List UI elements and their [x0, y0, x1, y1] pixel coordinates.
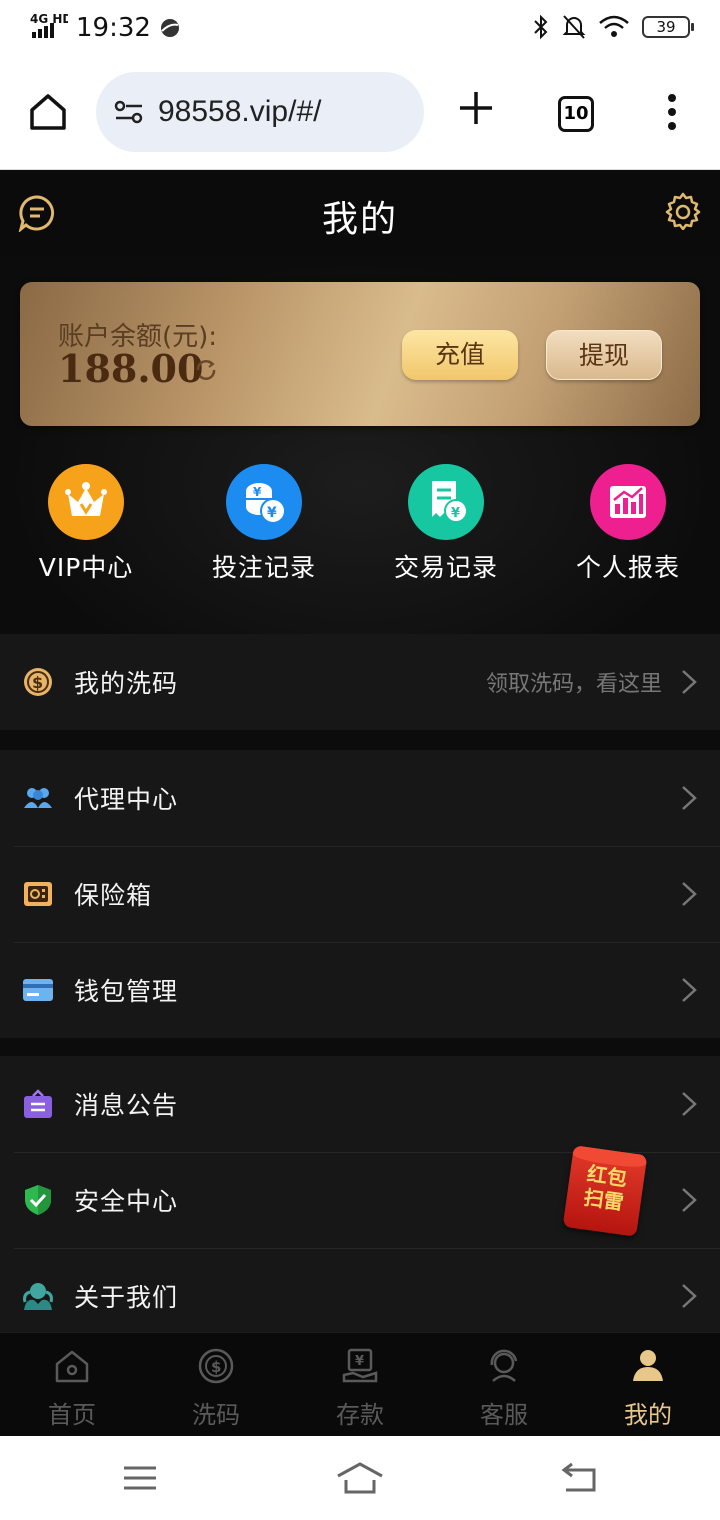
nav-customer-service[interactable]: 客服 [432, 1347, 576, 1430]
nav-label: 存款 [336, 1401, 384, 1429]
menu-item-label: 保险箱 [74, 881, 153, 910]
quick-link-report[interactable]: 个人报表 [543, 464, 713, 584]
chevron-right-icon [682, 786, 697, 810]
dollar-circle-icon: $ [198, 1348, 234, 1384]
new-tab-icon[interactable] [456, 88, 496, 128]
chart-icon [590, 464, 666, 540]
svg-text:¥: ¥ [451, 506, 460, 521]
menu-item-label: 我的洗码 [74, 669, 179, 698]
quick-link-bet-records[interactable]: ¥ ¥ 投注记录 [179, 464, 349, 584]
quick-link-label: VIP中心 [38, 553, 134, 582]
menu-item-hint: 领取洗码，看这里 [485, 672, 662, 697]
coin-dollar-icon: $ [24, 668, 52, 696]
account-summary: 账户余额(元): 188.00 充值 提现 VIP中心 ¥ ¥ 投注记录 ¥ 交… [0, 256, 720, 634]
menu-item-agent-center[interactable]: 代理中心 [0, 750, 720, 846]
app-header: 我的 [0, 170, 720, 256]
quick-link-label: 投注记录 [211, 553, 316, 582]
users-icon [24, 788, 52, 808]
shield-check-icon [25, 1185, 51, 1215]
home-icon[interactable] [336, 1460, 384, 1496]
svg-text:4G HD: 4G HD [30, 12, 68, 26]
nav-label: 我的 [624, 1401, 672, 1429]
recent-apps-icon[interactable] [116, 1460, 164, 1496]
page-title: 我的 [321, 199, 398, 240]
nav-mine[interactable]: 我的 [576, 1347, 720, 1430]
bell-off-icon [562, 15, 586, 39]
quick-link-label: 交易记录 [393, 553, 498, 582]
quick-link-label: 个人报表 [575, 553, 680, 582]
nav-label: 洗码 [192, 1401, 240, 1429]
app-screen: 我的 账户余额(元): 188.00 充值 提现 VIP中心 ¥¥ 投注记录 [0, 170, 720, 1436]
system-navigation-bar [0, 1436, 720, 1520]
balance-value: 188.00 [58, 346, 204, 391]
svg-text:¥: ¥ [355, 1354, 364, 1369]
chevron-right-icon [682, 882, 697, 906]
address-bar[interactable]: 98558.vip/#/ [96, 72, 424, 152]
refresh-icon[interactable] [194, 358, 218, 382]
coins-icon: ¥ ¥ [226, 464, 302, 540]
home-icon [55, 1350, 89, 1383]
safe-icon [24, 882, 52, 906]
menu-item-label: 消息公告 [74, 1091, 179, 1120]
menu-item-safe-box[interactable]: 保险箱 [0, 846, 720, 942]
nav-home[interactable]: 首页 [0, 1347, 144, 1430]
nav-deposit[interactable]: ¥ 存款 [288, 1347, 432, 1430]
balance-card: 账户余额(元): 188.00 充值 提现 [20, 282, 700, 426]
wifi-icon [599, 15, 629, 37]
chevron-right-icon [682, 978, 697, 1002]
quick-links: VIP中心 ¥ ¥ 投注记录 ¥ 交易记录 个人报表 [0, 464, 720, 594]
menu-item-label: 钱包管理 [74, 977, 179, 1006]
menu-item-label: 安全中心 [74, 1187, 179, 1216]
menu-item-label: 关于我们 [74, 1283, 179, 1312]
menu-item-label: 代理中心 [74, 785, 179, 814]
nav-label: 首页 [48, 1401, 96, 1429]
menu-item-about-us[interactable]: 关于我们 [0, 1248, 720, 1344]
quick-link-vip[interactable]: VIP中心 [1, 464, 171, 584]
svg-text:¥: ¥ [267, 505, 277, 521]
signal-icon: 4G HD [30, 12, 72, 43]
menu-item-wallet[interactable]: 钱包管理 [0, 942, 720, 1038]
svg-text:$: $ [211, 1358, 221, 1376]
status-bar: 4G HD 19:32 39 [0, 0, 720, 58]
menu-item-notices[interactable]: 消息公告 [0, 1056, 720, 1152]
url-text: 98558.vip/#/ [158, 95, 322, 128]
receipt-icon: ¥ [408, 464, 484, 540]
chevron-right-icon [682, 670, 697, 694]
menu-group-account: 代理中心 保险箱 钱包管理 [0, 750, 720, 1038]
chevron-right-icon [682, 1188, 697, 1212]
person-icon [633, 1350, 663, 1381]
back-icon[interactable] [556, 1460, 604, 1496]
withdraw-button[interactable]: 提现 [546, 330, 662, 380]
battery-indicator: 39 [642, 16, 694, 38]
about-icon [23, 1283, 53, 1310]
chevron-right-icon [682, 1092, 697, 1116]
settings-gear-icon[interactable] [664, 192, 702, 230]
deposit-icon: ¥ [342, 1348, 378, 1383]
svg-text:$: $ [32, 673, 43, 692]
wash-section: $ 我的洗码 领取洗码，看这里 [0, 634, 720, 730]
chevron-right-icon [682, 1284, 697, 1308]
site-settings-icon[interactable] [114, 99, 144, 125]
bottom-navigation: 首页 $ 洗码 ¥ 存款 客服 我的 [0, 1332, 720, 1436]
notice-bag-icon [24, 1089, 52, 1118]
support-icon [490, 1349, 518, 1382]
browser-home-icon[interactable] [24, 88, 72, 136]
recharge-button[interactable]: 充值 [402, 330, 518, 380]
tab-switcher-button[interactable]: 10 [558, 96, 594, 132]
nav-wash-code[interactable]: $ 洗码 [144, 1347, 288, 1430]
clock-time: 19:32 [76, 12, 151, 43]
bluetooth-icon [534, 14, 548, 40]
quick-link-transactions[interactable]: ¥ 交易记录 [361, 464, 531, 584]
nav-label: 客服 [480, 1401, 528, 1429]
menu-item-wash-code[interactable]: $ 我的洗码 领取洗码，看这里 [0, 634, 720, 730]
svg-text:¥: ¥ [253, 485, 262, 499]
browser-toolbar: 98558.vip/#/ 10 [0, 58, 720, 170]
more-menu-icon[interactable] [660, 92, 684, 132]
red-packet-minesweeper-button[interactable]: 红包 扫雷 [562, 1145, 648, 1237]
wallet-card-icon [23, 979, 53, 1001]
crown-icon [48, 464, 124, 540]
planet-icon [160, 18, 179, 37]
